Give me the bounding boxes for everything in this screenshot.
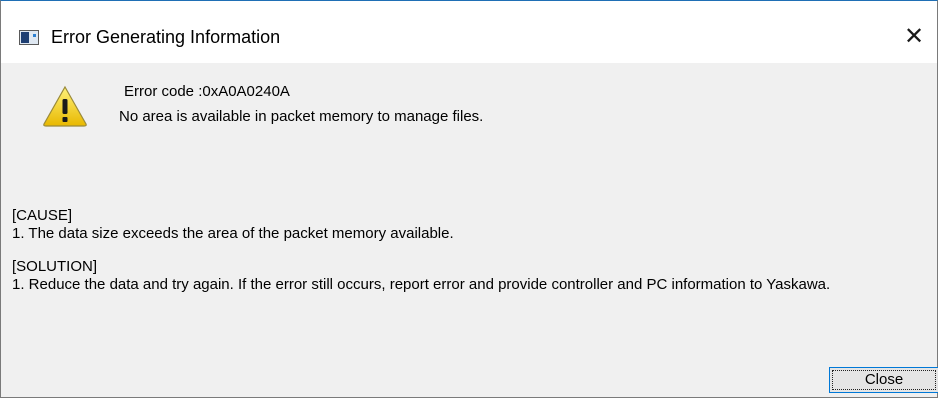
error-code: Error code :0xA0A0240A [124,83,290,100]
warning-icon [43,85,87,127]
close-button[interactable]: Close [829,367,938,393]
solution-item: 1. Reduce the data and try again. If the… [12,276,831,293]
solution-heading: [SOLUTION] [12,258,98,275]
cause-heading: [CAUSE] [12,207,73,224]
window-title: Error Generating Information [51,27,281,47]
title-bar[interactable]: Error Generating Information ✕ [1,1,937,63]
app-window-icon [19,30,39,45]
error-message: No area is available in packet memory to… [119,108,484,125]
cause-item: 1. The data size exceeds the area of the… [12,225,454,242]
error-dialog: Error Generating Information ✕ Error cod… [0,0,938,398]
close-icon[interactable]: ✕ [891,15,937,59]
